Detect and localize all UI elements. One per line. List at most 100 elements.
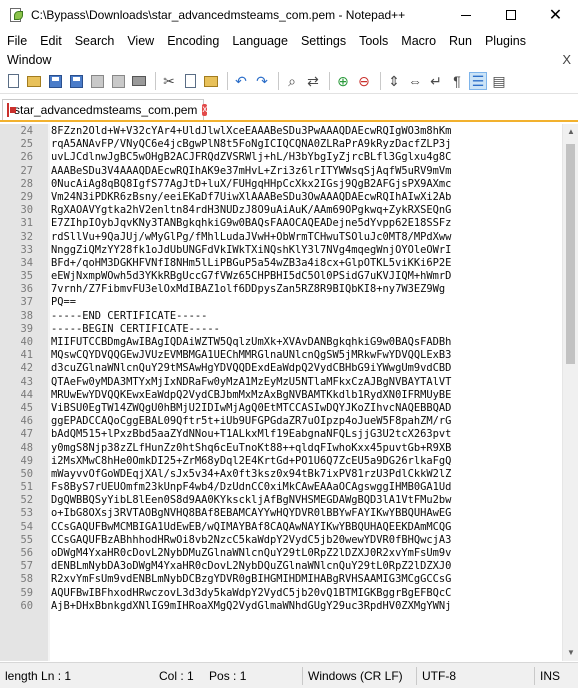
editor-line[interactable]: 58 R2xvYmFsUm9vdENBLmNybDCBzgYDVR0gBIHGMI… <box>0 573 562 586</box>
editor-line[interactable]: 25 rqA5ANAvFP/VNyQC6e4jcBgwPlN8t5FoNgICIQ… <box>0 138 562 151</box>
editor-line[interactable]: 55 CCsGAQUFBzABhhhodHRwOi8vb2NzcC5kaWdpY2… <box>0 534 562 547</box>
redo-button[interactable]: ↷ <box>253 72 271 90</box>
menu-language[interactable]: Language <box>225 34 294 48</box>
line-number: 37 <box>20 296 33 309</box>
editor-line[interactable]: 46 ggEPADCCAQoCggEBAL09Qftr5t+iUb9UFGPGda… <box>0 415 562 428</box>
editor-line[interactable]: 52 DgQWBBQSyYibL8lEen0S8d9AA0KYksckljAfBg… <box>0 494 562 507</box>
menu-encoding[interactable]: Encoding <box>160 34 225 48</box>
sync-horizontal-button[interactable]: ⇔ <box>406 72 424 90</box>
menu-window[interactable]: Window <box>0 53 57 67</box>
save-all-icon <box>69 74 83 88</box>
menu-row-1: File Edit Search View Encoding Language … <box>0 31 578 50</box>
tab-label: star_advancedmsteams_com.pem <box>14 103 198 117</box>
editor-line[interactable]: 26 uvLJCdlnwJgBC5wOHgB2ACJFRQdZVSRWlj+hL/… <box>0 151 562 164</box>
menu-edit[interactable]: Edit <box>33 34 68 48</box>
save-button[interactable] <box>46 72 64 90</box>
editor-line[interactable]: 53 o+IbG8OXsj3RVTAOBgNVHQ8BAf8EBAMCAYYwHQ… <box>0 507 562 520</box>
editor-line[interactable]: 37 PQ== <box>0 296 562 309</box>
menu-run[interactable]: Run <box>442 34 478 48</box>
scrollbar-thumb[interactable] <box>566 144 575 364</box>
language-button[interactable]: ▤ <box>490 72 508 90</box>
find-button[interactable]: ⌕ <box>283 72 301 90</box>
editor-line[interactable]: 31 E7ZIhpIOybJqvKNy3TANBgkqhkiG9w0BAQsFAA… <box>0 217 562 230</box>
editor-line[interactable]: 43 QTAeFw0yMDA3MTYxMjIxNDRaFw0yMzA1MzEyMz… <box>0 376 562 389</box>
copy-button[interactable] <box>181 72 199 90</box>
editor-line[interactable]: 35 eEWjNxmpWOwh5d3YKkRBgUccG7fVWz65CHPBHI… <box>0 270 562 283</box>
editor-line[interactable]: 47 bAdQM515+lPxzBbd5aaZYdNNou+T1ALkxMlf19… <box>0 428 562 441</box>
editor-line[interactable]: 54 CCsGAQUFBwMCMBIGA1UdEwEB/wQIMAYBAf8CAQ… <box>0 521 562 534</box>
editor-line[interactable]: 48 y0mgS8Njp38zZLfHunZz0htShq6cEuTnoKt88+… <box>0 442 562 455</box>
menu-search[interactable]: Search <box>68 34 121 48</box>
close-file-icon <box>90 74 104 88</box>
editor-line[interactable]: 56 oDWgM4YxaHR0cDovL2NybDMuZGlnaWNlcnQuY2… <box>0 547 562 560</box>
menu-plugins[interactable]: Plugins <box>478 34 532 48</box>
line-number: 53 <box>20 507 33 520</box>
close-button[interactable]: ✕ <box>533 0 578 30</box>
sync-horizontal-icon: ⇔ <box>408 73 422 89</box>
sync-vertical-button[interactable]: ⇕ <box>385 72 403 90</box>
toolbar-separator <box>380 72 381 90</box>
editor-line[interactable]: 30 RgXAOAVYgtka2hV2enltn84rdH3NUDzJ8O9uAi… <box>0 204 562 217</box>
menu-macro[interactable]: Macro <box>394 34 442 48</box>
editor-line[interactable]: 36 7vrnh/Z7FibmvFU3elOxMdIBAZ1olf6DDpysZa… <box>0 283 562 296</box>
line-text: 0NucAiAg8qBQ8IgfS77AgJtD+luX/FUHgqHHpCcX… <box>51 177 452 190</box>
editor-line[interactable]: 41 MQswCQYDVQQGEwJVUzEVMBMGA1UEChMMRGlnaU… <box>0 349 562 362</box>
editor-line[interactable]: 57 dENBLmNybDA3oDWgM4YxaHR0cDovL2NybDQuZG… <box>0 560 562 573</box>
editor-line[interactable]: 49 i2MsXMwC8hHe0OmkDI25+ZrM68yDql2E4KrtGd… <box>0 455 562 468</box>
find-icon: ⌕ <box>288 73 296 89</box>
maximize-button[interactable] <box>488 0 533 30</box>
editor-line[interactable]: 45 ViBSU0EgTW14ZWQgU0hBMjU2IDIwMjAgQ0EtMT… <box>0 402 562 415</box>
scroll-down-icon[interactable]: ▼ <box>563 645 578 661</box>
editor-line[interactable]: 29 Vm24N3iPDKR6zBsny/eeiEKaDf7UiwXlAAABeS… <box>0 191 562 204</box>
line-number: 36 <box>20 283 33 296</box>
zoom-in-button[interactable]: ⊕ <box>334 72 352 90</box>
save-all-button[interactable] <box>67 72 85 90</box>
tab-star-advancedmsteams-com[interactable]: star_advancedmsteams_com.pem x <box>2 99 208 120</box>
editor-line[interactable]: 39 -----BEGIN CERTIFICATE----- <box>0 323 562 336</box>
editor-line[interactable]: 60 AjB+DHxBbnkgdXNlIG9mIHRoaXMgQ2VydGlmaW… <box>0 600 562 613</box>
editor-line[interactable]: 24 8FZzn2Old+W+V32cYAr4+UldJlwlXceEAAABeS… <box>0 125 562 138</box>
show-all-chars-button[interactable]: ¶ <box>448 72 466 90</box>
editor-line[interactable]: 32 rdSllVu+9QaJUj/wMyGlPg/fMhlLudaJVwH+Ob… <box>0 231 562 244</box>
menu-tools[interactable]: Tools <box>352 34 394 48</box>
print-button[interactable] <box>130 72 148 90</box>
cut-button[interactable]: ✂ <box>160 72 178 90</box>
line-text: MQswCQYDVQQGEwJVUzEVMBMGA1UEChMMRGlnaUNl… <box>51 349 452 362</box>
editor[interactable]: 24 8FZzn2Old+W+V32cYAr4+UldJlwlXceEAAABeS… <box>0 124 578 661</box>
status-position: Col : 1 Pos : 1 <box>154 663 302 688</box>
editor-line[interactable]: 28 0NucAiAg8qBQ8IgfS77AgJtD+luX/FUHgqHHpC… <box>0 178 562 191</box>
editor-line[interactable]: 27 AAABeSDu3V4AAAQDAEcwRQIhAK9e37mHvL+Zri… <box>0 165 562 178</box>
close-file-button[interactable] <box>88 72 106 90</box>
indent-guide-button[interactable]: ☰ <box>469 72 487 90</box>
minimize-button[interactable] <box>443 0 488 30</box>
editor-line[interactable]: 33 NnggZiQMzYY28fk1oJdUbUNGFdVkIWkTXiNQsh… <box>0 244 562 257</box>
menu-view[interactable]: View <box>120 34 160 48</box>
editor-line[interactable]: 38 -----END CERTIFICATE----- <box>0 310 562 323</box>
editor-line[interactable]: 44 MRUwEwYDVQQKEwxEaWdpQ2VydCBJbmMxMzAxBg… <box>0 389 562 402</box>
tab-close-button[interactable]: x <box>202 104 208 116</box>
line-number: 39 <box>20 322 33 335</box>
zoom-out-button[interactable]: ⊖ <box>355 72 373 90</box>
editor-line[interactable]: 40 MIIFUTCCBDmgAwIBAgIQDAiWZTW5QqlzUmXk+X… <box>0 336 562 349</box>
new-file-button[interactable] <box>4 72 22 90</box>
paste-button[interactable] <box>202 72 220 90</box>
editor-line[interactable]: 50 mWayvvOfGoWDEqjXAl/sJx5v34+Ax0ft3ksz0x… <box>0 468 562 481</box>
scroll-up-icon[interactable]: ▲ <box>563 124 578 140</box>
open-folder-icon <box>27 75 41 87</box>
editor-line[interactable]: 59 AQUFBwIBFhxodHRwczovL3d3dy5kaWdpY2VydC… <box>0 587 562 600</box>
editor-line[interactable]: 34 BFd+/qoHM3DGKHFVNfI8NHm5lLiPBGuP5a54wZ… <box>0 257 562 270</box>
undo-button[interactable]: ↶ <box>232 72 250 90</box>
replace-button[interactable]: ⇄ <box>304 72 322 90</box>
line-text: R2xvYmFsUm9vdENBLmNybDCBzgYDVR0gBIHGMIHD… <box>51 573 452 586</box>
menu-file[interactable]: File <box>0 34 33 48</box>
close-document-button[interactable]: X <box>562 52 571 67</box>
line-number: 31 <box>20 217 33 230</box>
vertical-scrollbar[interactable]: ▲ ▼ <box>562 124 578 661</box>
close-all-button[interactable] <box>109 72 127 90</box>
word-wrap-button[interactable]: ↵ <box>427 72 445 90</box>
editor-line[interactable]: 42 d3cuZGlnaWNlcnQuY29tMSAwHgYDVQQDExdEaW… <box>0 362 562 375</box>
editor-line[interactable]: 51 Fs8ByS7rUEUOmfm23kUnpF4wb4/DzUdnCC0xiM… <box>0 481 562 494</box>
open-file-button[interactable] <box>25 72 43 90</box>
menu-settings[interactable]: Settings <box>294 34 352 48</box>
status-eol: Windows (CR LF) <box>308 668 403 683</box>
